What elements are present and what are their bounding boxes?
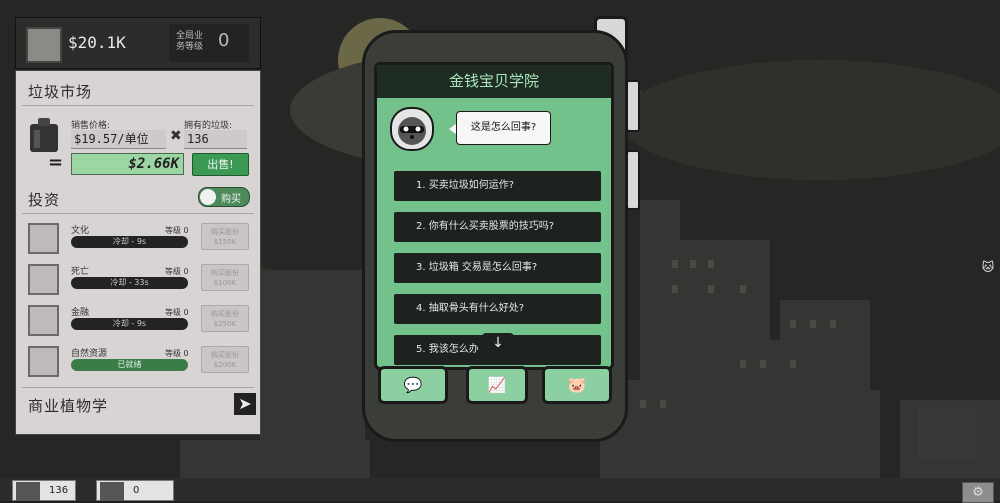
buy-shares-button[interactable]: 购买股份 $150K xyxy=(201,223,249,250)
invest-name: 死亡 xyxy=(71,267,90,277)
invest-level: 等级 0 xyxy=(165,267,189,276)
cooldown-bar: 冷却 - 33s xyxy=(71,277,188,289)
equals-sign: = xyxy=(48,152,64,173)
phone-side-button xyxy=(626,80,640,132)
botany-arrow-button[interactable]: ➤ xyxy=(234,393,256,415)
pig-icon: 🐷 xyxy=(567,376,587,394)
question-item[interactable]: 4. 抽取骨头有什么好处? xyxy=(394,294,601,324)
invest-name: 自然资源 xyxy=(71,349,108,359)
divider xyxy=(22,387,254,388)
buy-shares-price: $250K xyxy=(213,320,237,328)
invest-level: 等级 0 xyxy=(165,349,189,358)
invest-row-finance: 金融 等级 0 冷却 - 9s 购买股份 $250K xyxy=(28,305,250,339)
trash-count: 136 xyxy=(49,485,69,496)
multiply-sign: ✖ xyxy=(170,128,182,144)
buy-toggle[interactable]: 购买 xyxy=(198,187,250,207)
phone-screen: 金钱宝贝学院 这是怎么回事? 1. 买卖垃圾如何运作? 2. 你有什么买卖股票的… xyxy=(374,62,614,370)
bone-count: 0 xyxy=(133,485,140,496)
raccoon-avatar-icon xyxy=(390,107,434,151)
invest-level: 等级 0 xyxy=(165,226,189,235)
bone-icon xyxy=(100,482,124,501)
cooldown-bar: 冷却 - 9s xyxy=(71,318,188,330)
divider xyxy=(22,213,254,214)
sell-button[interactable]: 出售! xyxy=(192,153,249,176)
buy-shares-label: 购买股份 xyxy=(211,269,239,277)
phone: 金钱宝贝学院 这是怎么回事? 1. 买卖垃圾如何运作? 2. 你有什么买卖股票的… xyxy=(362,16,640,442)
global-level-label: 全局业务等级 xyxy=(176,31,204,52)
cooldown-bar: 冷却 - 9s xyxy=(71,236,188,248)
phone-title: 金钱宝贝学院 xyxy=(377,65,611,98)
money-bar: $20.1K 全局业务等级 0 xyxy=(15,17,261,69)
buy-shares-button[interactable]: 购买股份 $100K xyxy=(201,264,249,291)
trash-bag-icon xyxy=(30,118,58,152)
botany-title: 商业植物学 xyxy=(28,397,109,415)
invest-row-culture: 文化 等级 0 冷却 - 9s 购买股份 $150K xyxy=(28,223,250,257)
invest-name: 金融 xyxy=(71,308,90,318)
scroll-down-button[interactable]: ↓ xyxy=(482,333,514,353)
chart-button[interactable]: 📈 xyxy=(466,366,528,404)
global-level-count: 0 xyxy=(218,30,230,51)
pig-button[interactable]: 🐷 xyxy=(542,366,612,404)
trash-market-title: 垃圾市场 xyxy=(28,83,93,101)
phone-side-button xyxy=(626,150,640,210)
chat-icon: 💬 xyxy=(403,376,423,394)
cat-icon[interactable]: 🐱 xyxy=(978,260,998,278)
question-item[interactable]: 1. 买卖垃圾如何运作? xyxy=(394,171,601,201)
buy-shares-label: 购买股份 xyxy=(211,310,239,318)
buy-shares-price: $200K xyxy=(213,361,237,369)
buy-shares-price: $100K xyxy=(213,279,237,287)
price-value: $19.57/单位 xyxy=(71,130,166,149)
toggle-knob xyxy=(200,189,216,205)
settings-gear-icon[interactable]: ⚙ xyxy=(962,482,994,503)
buy-shares-button[interactable]: 购买股份 $200K xyxy=(201,346,249,373)
chart-icon: 📈 xyxy=(487,376,507,394)
owned-value: 136 xyxy=(184,130,247,149)
invest-title: 投资 xyxy=(28,191,61,209)
buy-shares-label: 购买股份 xyxy=(211,228,239,236)
buy-shares-button[interactable]: 购买股份 $250K xyxy=(201,305,249,332)
invest-name: 文化 xyxy=(71,226,90,236)
buy-toggle-label: 购买 xyxy=(221,194,241,205)
invest-row-death: 死亡 等级 0 冷却 - 33s 购买股份 $100K xyxy=(28,264,250,298)
ready-bar[interactable]: 已就绪 xyxy=(71,359,188,371)
death-icon xyxy=(28,264,59,295)
invest-row-natural-resources: 自然资源 等级 0 已就绪 购买股份 $200K xyxy=(28,346,250,380)
bottom-bar: 136 0 xyxy=(0,478,1000,501)
bone-inventory[interactable]: 0 xyxy=(96,480,174,501)
trash-inventory[interactable]: 136 xyxy=(12,480,76,501)
chat-button[interactable]: 💬 xyxy=(378,366,448,404)
cash-icon xyxy=(26,27,62,63)
divider xyxy=(22,105,254,106)
buy-shares-price: $150K xyxy=(213,238,237,246)
buy-shares-label: 购买股份 xyxy=(211,351,239,359)
money-value: $20.1K xyxy=(68,33,126,52)
sale-total: $2.66K xyxy=(71,153,184,175)
question-item[interactable]: 2. 你有什么买卖股票的技巧吗? xyxy=(394,212,601,242)
invest-level: 等级 0 xyxy=(165,308,189,317)
left-panel: 垃圾市场 销售价格: $19.57/单位 ✖ 拥有的垃圾: 136 = $2.6… xyxy=(15,70,261,435)
culture-icon xyxy=(28,223,59,254)
question-item[interactable]: 3. 垃圾箱 交易是怎么回事? xyxy=(394,253,601,283)
speech-bubble: 这是怎么回事? xyxy=(456,111,551,145)
trash-bag-icon xyxy=(16,482,40,501)
finance-icon xyxy=(28,305,59,336)
natural-resources-icon xyxy=(28,346,59,377)
